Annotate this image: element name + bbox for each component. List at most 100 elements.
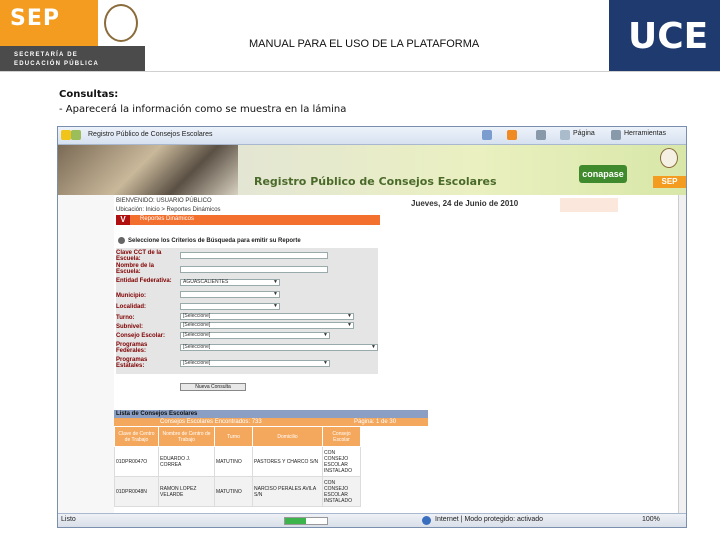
section-title: Reportes Dinámicos xyxy=(140,216,195,222)
entidad-value: AGUASCALIENTES xyxy=(183,279,229,285)
browser-toolbar: Registro Público de Consejos Escolares P… xyxy=(58,127,686,145)
table-cell: PASTORES Y CHARCO S/N xyxy=(252,446,323,477)
favorite-star-icon[interactable] xyxy=(61,130,71,140)
subnivel-select[interactable]: [Seleccione] ▼ xyxy=(180,322,354,329)
sep-subtitle-line2: EDUCACIÓN PÚBLICA xyxy=(14,61,100,67)
chevron-down-icon: ▼ xyxy=(273,303,278,309)
results-list-header: Lista de Consejos Escolares xyxy=(114,410,428,418)
rss-feed-icon[interactable] xyxy=(507,130,517,140)
chevron-down-icon: ▼ xyxy=(323,332,328,338)
chevron-down-icon: ▼ xyxy=(371,344,376,350)
municipio-label: Municipio: xyxy=(116,293,146,299)
column-header: Turno xyxy=(214,426,253,447)
results-summary-bar: Consejos Escolares Encontrados: 733 Pági… xyxy=(114,418,428,426)
nombre-escuela-label: Nombre de la Escuela: xyxy=(116,263,155,275)
column-header: Nombre de Centro de Trabajo xyxy=(158,426,215,447)
browser-window: Registro Público de Consejos Escolares P… xyxy=(57,126,687,528)
localidad-label: Localidad: xyxy=(116,304,147,310)
tools-menu[interactable]: Herramientas xyxy=(624,130,666,137)
column-header: Clave de Centro de Trabajo xyxy=(114,426,159,447)
home-icon[interactable] xyxy=(482,130,492,140)
mexico-crest-icon xyxy=(660,148,678,168)
results-count: Consejos Escolares Encontrados: 733 xyxy=(160,419,262,425)
conapase-logo: conapase xyxy=(579,165,627,183)
slide-title: MANUAL PARA EL USO DE LA PLATAFORMA xyxy=(249,38,480,50)
consejo-label: Consejo Escolar: xyxy=(116,333,166,339)
programas-federales-select[interactable]: [Seleccione] ▼ xyxy=(180,344,378,351)
programas-federales-value: [Seleccione] xyxy=(183,344,211,350)
mexico-crest-icon xyxy=(98,0,145,46)
results-pagination[interactable]: Página: 1 de 30 xyxy=(354,418,396,426)
programas-estatales-select[interactable]: [Seleccione] ▼ xyxy=(180,360,330,367)
security-zone[interactable]: Internet | Modo protegido: activado xyxy=(435,516,543,523)
nueva-consulta-button[interactable]: Nueva Consulta xyxy=(180,383,246,391)
table-cell: NARCISO PERALES AVILA S/N xyxy=(252,476,323,507)
header-divider xyxy=(0,71,720,72)
subnivel-value: [Seleccione] xyxy=(183,322,211,328)
print-icon[interactable] xyxy=(536,130,546,140)
current-date: Jueves, 24 de Junio de 2010 xyxy=(411,199,519,208)
chevron-down-icon: ▼ xyxy=(323,360,328,366)
table-cell[interactable]: RAMON LOPEZ VELARDE xyxy=(158,476,215,507)
programas-estatales-value: [Seleccione] xyxy=(183,360,211,366)
table-cell[interactable]: EDUARDO J. CORREA xyxy=(158,446,215,477)
blank-panel xyxy=(560,198,618,212)
localidad-select[interactable]: ▼ xyxy=(180,303,280,310)
tools-gear-icon[interactable] xyxy=(611,130,621,140)
nombre-escuela-input[interactable] xyxy=(180,266,328,273)
turno-value: [Seleccione] xyxy=(183,313,211,319)
browser-status-bar: Listo Internet | Modo protegido: activad… xyxy=(58,513,686,527)
page-menu[interactable]: Página xyxy=(573,130,595,137)
uce-logo: UCE xyxy=(628,16,709,57)
clave-cct-input[interactable] xyxy=(180,252,328,259)
table-header-row: Clave de Centro de Trabajo Nombre de Cen… xyxy=(114,426,361,447)
sep-logo-text: SEP xyxy=(10,6,60,31)
entidad-select[interactable]: AGUASCALIENTES ▼ xyxy=(180,279,280,286)
table-cell[interactable]: 01DPR0048N xyxy=(114,476,159,507)
chevron-down-icon: ▼ xyxy=(273,279,278,285)
table-row[interactable]: 01DPR0047O EDUARDO J. CORREA MATUTINO PA… xyxy=(114,446,361,477)
banner-photo xyxy=(58,145,238,195)
turno-label: Turno: xyxy=(116,315,135,321)
sep-subtitle-panel: SECRETARÍA DE EDUCACIÓN PÚBLICA xyxy=(0,46,145,71)
welcome-text: BIENVENIDO: USUARIO PÚBLICO xyxy=(116,198,212,204)
sep-subtitle-line1: SECRETARÍA DE xyxy=(14,52,78,58)
caption-text: - Aparecerá la información como se muest… xyxy=(59,104,347,115)
programas-estatales-label: Programas Estatales: xyxy=(116,357,148,369)
chevron-down-icon: ▼ xyxy=(273,291,278,297)
page-content: BIENVENIDO: USUARIO PÚBLICO Ubicación: I… xyxy=(58,195,686,513)
entidad-label: Entidad Federativa: xyxy=(116,278,172,284)
table-cell: MATUTINO xyxy=(214,476,253,507)
zoom-level[interactable]: 100% xyxy=(642,516,660,523)
consejo-value: [Seleccione] xyxy=(183,332,211,338)
table-cell: CON CONSEJO ESCOLAR INSTALADO xyxy=(322,446,361,477)
table-row[interactable]: 01DPR0048N RAMON LOPEZ VELARDE MATUTINO … xyxy=(114,476,361,507)
table-cell: MATUTINO xyxy=(214,446,253,477)
vertical-scrollbar[interactable] xyxy=(678,195,686,513)
banner-title: Registro Público de Consejos Escolares xyxy=(254,175,497,188)
loading-progress xyxy=(284,517,328,525)
left-margin xyxy=(58,195,114,513)
subnivel-label: Subnivel: xyxy=(116,324,144,330)
column-header: Consejo Escolar xyxy=(322,426,361,447)
table-cell[interactable]: 01DPR0047O xyxy=(114,446,159,477)
consejo-select[interactable]: [Seleccione] ▼ xyxy=(180,332,330,339)
chevron-down-icon: ▼ xyxy=(347,313,352,319)
sep-header-logo: SEP SECRETARÍA DE EDUCACIÓN PÚBLICA xyxy=(0,0,145,71)
criteria-title: Seleccione los Criterios de Búsqueda par… xyxy=(128,238,301,244)
sep-mini-logo: SEP xyxy=(653,176,686,188)
results-list-title: Lista de Consejos Escolares xyxy=(116,411,198,417)
page-icon[interactable] xyxy=(560,130,570,140)
programas-federales-label: Programas Federales: xyxy=(116,342,148,354)
chevron-down-icon: ▼ xyxy=(347,322,352,328)
breadcrumb[interactable]: Ubicación: Inicio > Reportes Dinámicos xyxy=(116,207,221,213)
site-banner: Registro Público de Consejos Escolares c… xyxy=(58,145,686,195)
section-icon: V xyxy=(116,215,130,225)
browser-tab[interactable]: Registro Público de Consejos Escolares xyxy=(88,131,213,138)
status-text: Listo xyxy=(61,516,76,523)
search-form: Clave CCT de la Escuela: Nombre de la Es… xyxy=(116,248,378,374)
turno-select[interactable]: [Seleccione] ▼ xyxy=(180,313,354,320)
municipio-select[interactable]: ▼ xyxy=(180,291,280,298)
add-favorite-icon[interactable] xyxy=(71,130,81,140)
caption-title: Consultas: xyxy=(59,89,119,100)
